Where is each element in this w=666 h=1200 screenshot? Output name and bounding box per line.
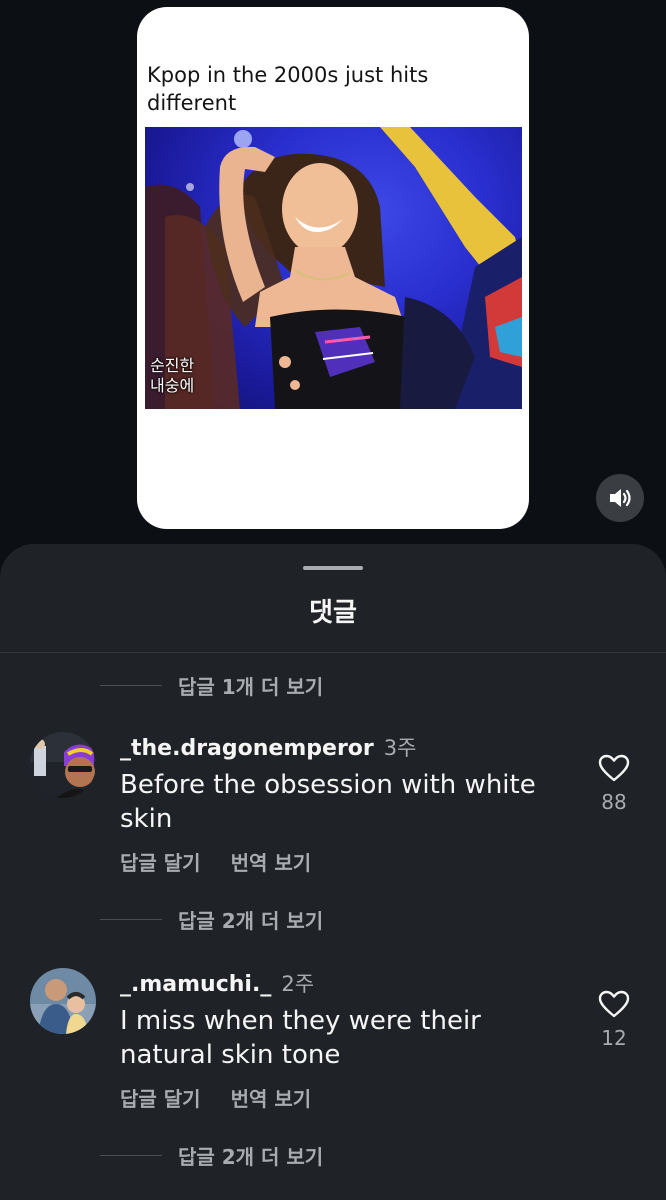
video-still-image xyxy=(145,127,522,409)
like-count: 12 xyxy=(601,1026,627,1050)
like-count: 88 xyxy=(601,790,627,814)
sheet-drag-handle[interactable] xyxy=(303,566,363,570)
reel-screen: Kpop in the 2000s just hits different 순진… xyxy=(0,0,666,1200)
sheet-divider xyxy=(0,652,666,653)
comment-item: _the.dragonemperor 3주 Before the obsessi… xyxy=(0,732,666,922)
comment-timestamp: 3주 xyxy=(383,736,417,760)
video-subtitle-line-2: 내숭에 xyxy=(150,376,195,395)
comment-item: _.mamuchi._ 2주 I miss when they were the… xyxy=(0,968,666,1158)
comment-header: _.mamuchi._ 2주 xyxy=(120,968,314,998)
view-more-replies-button[interactable]: 답글 2개 더 보기 xyxy=(100,1140,323,1170)
comment-actions: 답글 달기 번역 보기 xyxy=(120,1082,341,1112)
reply-button[interactable]: 답글 달기 xyxy=(120,847,201,876)
sound-toggle-button[interactable] xyxy=(596,474,644,522)
avatar[interactable] xyxy=(30,732,96,798)
post-caption: Kpop in the 2000s just hits different xyxy=(147,63,429,115)
comment-text: Before the obsession with white skin xyxy=(120,770,536,834)
heart-icon[interactable] xyxy=(598,754,630,782)
view-more-replies-label: 답글 1개 더 보기 xyxy=(178,674,324,699)
like-control: 12 xyxy=(590,990,638,1050)
comments-title: 댓글 xyxy=(309,598,357,628)
comments-sheet: 댓글 답글 1개 더 보기 _the.dragonemperor 3주 Befo… xyxy=(0,544,666,1200)
view-more-replies-button[interactable]: 답글 1개 더 보기 xyxy=(100,670,323,700)
comment-username[interactable]: _.mamuchi._ xyxy=(120,972,271,997)
video-frame[interactable]: 순진한 내숭에 xyxy=(145,127,522,409)
view-more-replies-label: 답글 2개 더 보기 xyxy=(178,908,324,933)
heart-icon[interactable] xyxy=(598,990,630,1018)
reply-thread-line xyxy=(100,918,162,920)
translate-button[interactable]: 번역 보기 xyxy=(231,847,312,876)
comment-text: I miss when they were their natural skin… xyxy=(120,1006,481,1070)
comment-header: _the.dragonemperor 3주 xyxy=(120,732,416,762)
view-more-replies-label: 답글 2개 더 보기 xyxy=(178,1144,324,1169)
reply-thread-line xyxy=(100,1154,162,1156)
video-subtitle-line-1: 순진한 xyxy=(150,356,195,375)
avatar-image xyxy=(30,968,96,1034)
avatar[interactable] xyxy=(30,968,96,1034)
view-more-replies-button[interactable]: 답글 2개 더 보기 xyxy=(100,904,323,934)
comment-username[interactable]: _the.dragonemperor xyxy=(120,736,374,761)
video-subtitle: 순진한 내숭에 xyxy=(150,356,194,396)
comment-actions: 답글 달기 번역 보기 xyxy=(120,846,341,876)
like-control: 88 xyxy=(590,754,638,814)
speaker-icon xyxy=(610,489,631,507)
post-card[interactable]: Kpop in the 2000s just hits different 순진… xyxy=(137,7,529,529)
translate-button[interactable]: 번역 보기 xyxy=(231,1083,312,1112)
avatar-image xyxy=(30,732,96,798)
reply-thread-line xyxy=(100,684,162,686)
reply-button[interactable]: 답글 달기 xyxy=(120,1083,201,1112)
comment-timestamp: 2주 xyxy=(281,972,315,996)
